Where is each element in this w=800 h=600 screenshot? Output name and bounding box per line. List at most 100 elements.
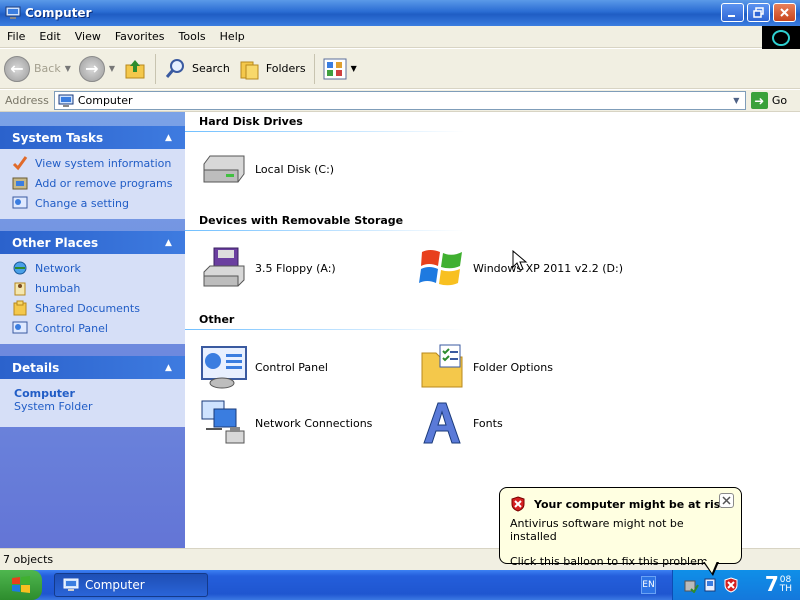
maximize-button[interactable] [747, 3, 770, 22]
item-fonts[interactable]: Fonts [417, 398, 503, 448]
task-view-system-info[interactable]: View system information [12, 153, 185, 173]
balloon-close-button[interactable] [719, 493, 734, 508]
folder-options-icon [417, 342, 467, 392]
computer-icon [58, 94, 74, 107]
balloon-tail-fill [704, 561, 717, 573]
task-label: View system information [35, 156, 172, 170]
folders-icon [240, 61, 259, 79]
language-indicator[interactable]: EN [641, 576, 656, 594]
security-balloon-notification[interactable]: Your computer might be at risk Antivirus… [499, 487, 742, 568]
toolbar-separator [155, 53, 157, 84]
task-pane: System Tasks ▲ View system information A… [0, 112, 185, 548]
details-name: Computer [14, 387, 75, 400]
section-hard-disk-drives: Hard Disk Drives [199, 115, 303, 128]
user-folder-icon [12, 280, 28, 296]
item-label: Folder Options [473, 360, 553, 374]
go-label: Go [771, 94, 788, 107]
hard-disk-icon [199, 144, 249, 194]
computer-icon [5, 6, 21, 19]
section-other: Other [199, 313, 235, 326]
address-value: Computer [77, 94, 133, 107]
close-button[interactable] [773, 3, 796, 22]
add-remove-programs-icon [12, 175, 28, 191]
section-divider [185, 230, 465, 231]
folders-button[interactable]: Folders [234, 52, 310, 86]
item-label: Fonts [473, 416, 503, 430]
restore-icon [753, 7, 764, 18]
go-button[interactable]: ➜ Go [750, 92, 788, 109]
start-button[interactable] [0, 570, 42, 600]
menu-view[interactable]: View [68, 30, 108, 43]
menu-help[interactable]: Help [213, 30, 252, 43]
collapse-chevron-icon[interactable]: ▲ [160, 359, 177, 376]
network-globe-icon [12, 260, 28, 276]
collapse-chevron-icon[interactable]: ▲ [160, 129, 177, 146]
search-button[interactable]: Search [160, 52, 234, 86]
toolbar: ← Back ▼ → ▼ Search Folders ▼ [0, 49, 800, 89]
windows-logo-throbber [762, 26, 800, 49]
file-list-area[interactable]: Hard Disk Drives Local Disk (C:) Devices… [185, 112, 800, 548]
details-header[interactable]: Details ▲ [0, 356, 185, 379]
fonts-icon [417, 398, 467, 448]
search-icon [165, 58, 185, 78]
place-network[interactable]: Network [12, 258, 185, 278]
close-icon [722, 496, 731, 505]
windows-logo-icon [417, 243, 467, 293]
item-network-connections[interactable]: Network Connections [199, 398, 372, 448]
folders-label: Folders [265, 62, 306, 75]
drive-floppy-a[interactable]: 3.5 Floppy (A:) [199, 243, 336, 293]
menu-bar: File Edit View Favorites Tools Help [0, 26, 800, 49]
system-tasks-group: System Tasks ▲ View system information A… [0, 126, 185, 219]
network-tray-icon[interactable] [703, 577, 719, 593]
item-label: Control Panel [255, 360, 328, 374]
drive-local-disk-c[interactable]: Local Disk (C:) [199, 144, 334, 194]
clock[interactable]: 7 08 TH [765, 573, 792, 595]
taskbar-window-computer[interactable]: Computer [54, 573, 208, 597]
search-label: Search [192, 62, 230, 75]
go-arrow-icon: ➜ [750, 92, 768, 109]
title-bar[interactable]: Computer [0, 0, 800, 26]
toolbar-separator [313, 53, 315, 84]
forward-button[interactable]: → ▼ [75, 52, 119, 86]
back-label: Back [34, 62, 61, 75]
back-arrow-icon: ← [4, 55, 30, 82]
task-add-remove-programs[interactable]: Add or remove programs [12, 173, 185, 193]
balloon-action-text: Click this balloon to fix this problem. [510, 555, 712, 568]
item-label: Windows XP 2011 v2.2 (D:) [473, 261, 624, 275]
taskbar-window-label: Computer [85, 578, 145, 592]
shared-folder-icon [12, 300, 28, 316]
collapse-chevron-icon[interactable]: ▲ [160, 234, 177, 251]
security-alert-shield-icon[interactable] [723, 577, 739, 593]
other-places-title: Other Places [12, 235, 99, 250]
menu-favorites[interactable]: Favorites [108, 30, 172, 43]
place-control-panel[interactable]: Control Panel [12, 318, 185, 338]
item-label: Local Disk (C:) [255, 162, 335, 176]
menu-tools[interactable]: Tools [172, 30, 213, 43]
forward-dropdown-icon[interactable]: ▼ [109, 64, 115, 73]
network-connections-icon [199, 398, 249, 448]
back-button[interactable]: ← Back ▼ [0, 52, 75, 86]
task-change-setting[interactable]: Change a setting [12, 193, 185, 213]
address-field[interactable]: Computer ▼ [53, 91, 746, 110]
address-dropdown-icon[interactable]: ▼ [729, 93, 744, 108]
item-folder-options[interactable]: Folder Options [417, 342, 553, 392]
place-humbah[interactable]: humbah [12, 278, 185, 298]
status-object-count: 7 objects [3, 553, 54, 566]
back-dropdown-icon[interactable]: ▼ [65, 64, 71, 73]
folder-up-icon [125, 59, 145, 78]
item-control-panel[interactable]: Control Panel [199, 342, 328, 392]
section-removable-storage: Devices with Removable Storage [199, 214, 404, 227]
floppy-drive-icon [199, 243, 249, 293]
system-tasks-header[interactable]: System Tasks ▲ [0, 126, 185, 149]
place-label: Control Panel [35, 321, 108, 335]
computer-icon [63, 578, 79, 591]
menu-file[interactable]: File [0, 30, 32, 43]
views-button[interactable]: ▼ [319, 52, 361, 86]
place-shared-documents[interactable]: Shared Documents [12, 298, 185, 318]
menu-edit[interactable]: Edit [32, 30, 67, 43]
up-button[interactable] [119, 52, 151, 86]
minimize-button[interactable] [721, 3, 744, 22]
views-icon [323, 58, 347, 79]
safely-remove-hardware-icon[interactable] [683, 577, 699, 593]
other-places-header[interactable]: Other Places ▲ [0, 231, 185, 254]
